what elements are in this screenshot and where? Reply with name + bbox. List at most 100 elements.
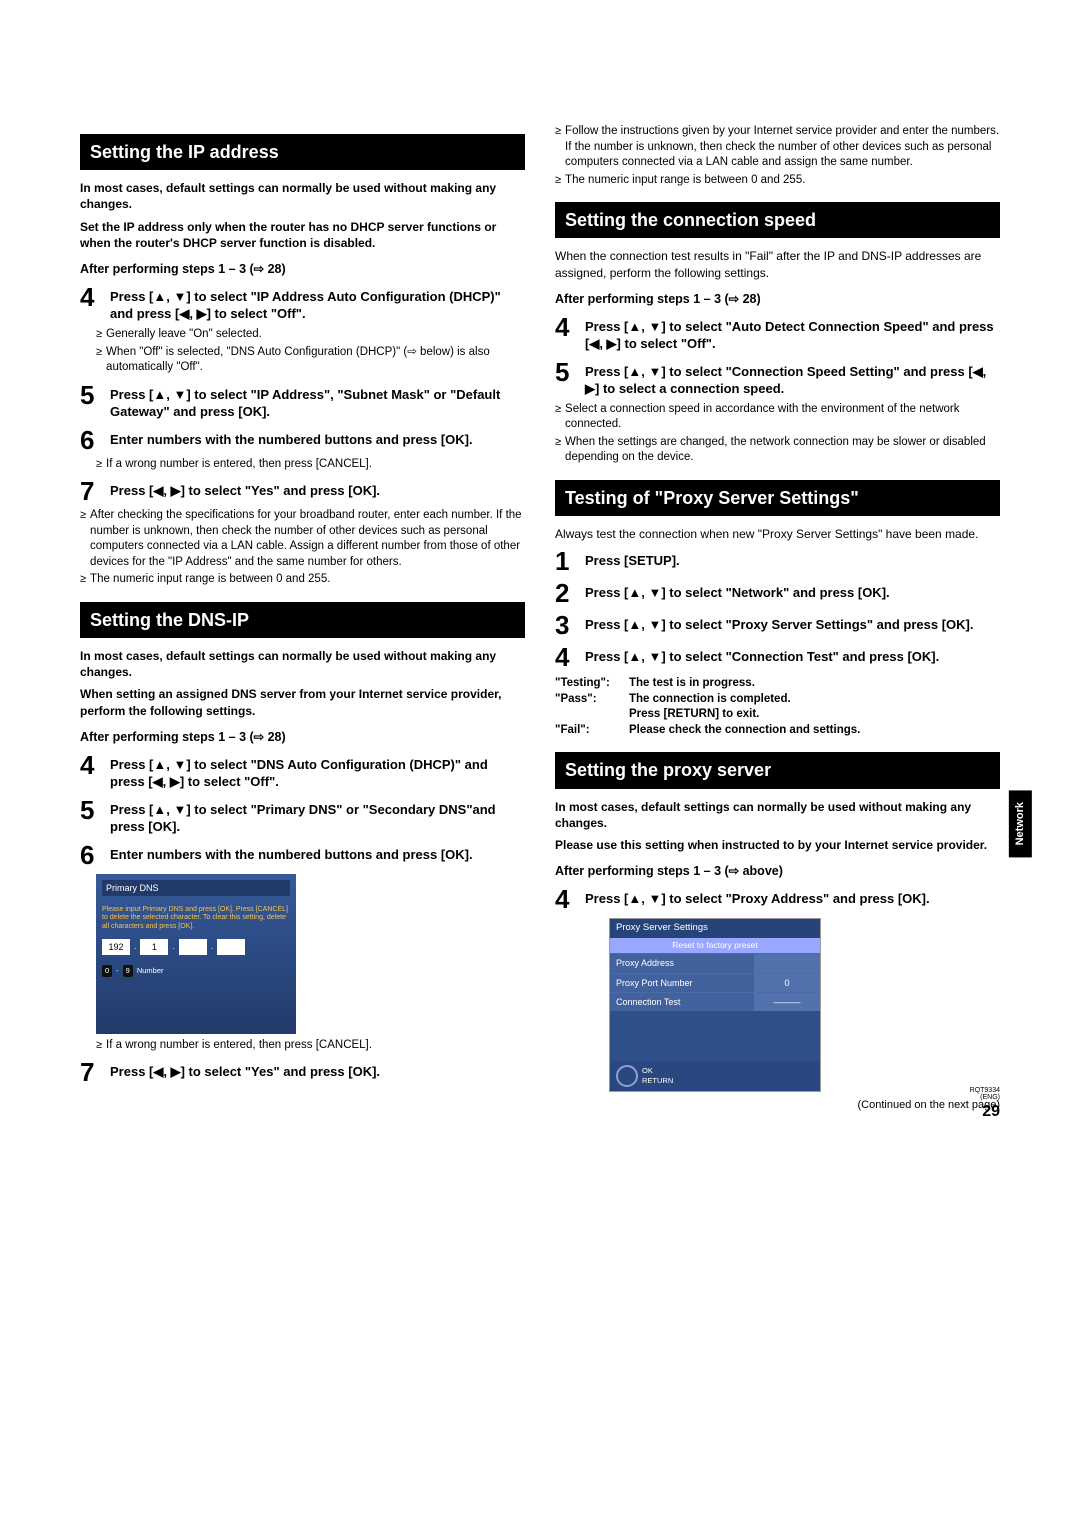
step-5: 5 Press [▲, ▼] to select "Primary DNS" o… <box>80 797 525 836</box>
status-key: "Fail": <box>555 723 623 739</box>
heading-dns-ip: Setting the DNS-IP <box>80 602 525 638</box>
bullet-item: Follow the instructions given by your In… <box>555 124 1000 171</box>
left-column: Setting the IP address In most cases, de… <box>80 120 525 1113</box>
step-number: 7 <box>80 478 102 504</box>
step-number: 6 <box>80 842 102 868</box>
step-text: Press [▲, ▼] to select "IP Address", "Su… <box>110 382 525 421</box>
ip-octet-2: 1 <box>140 939 168 955</box>
step-number: 4 <box>555 314 577 340</box>
table-row: Connection Test——— <box>610 992 820 1011</box>
bullet-list: If a wrong number is entered, then press… <box>96 1038 525 1054</box>
step-5: 5 Press [▲, ▼] to select "Connection Spe… <box>555 359 1000 398</box>
bullet-item: The numeric input range is between 0 and… <box>555 173 1000 189</box>
step-4: 4 Press [▲, ▼] to select "IP Address Aut… <box>80 284 525 323</box>
bullet-list: Select a connection speed in accordance … <box>555 402 1000 466</box>
after-steps-note: After performing steps 1 – 3 (⇨ above) <box>555 863 1000 880</box>
step-text: Enter numbers with the numbered buttons … <box>110 842 473 864</box>
reset-row: Reset to factory preset <box>610 938 820 953</box>
ok-label: OK <box>642 1066 673 1076</box>
step-text: Press [▲, ▼] to select "Proxy Address" a… <box>585 886 930 908</box>
bullet-item: Select a connection speed in accordance … <box>555 402 1000 433</box>
step-4: 4 Press [▲, ▼] to select "Connection Tes… <box>555 644 1000 670</box>
step-4: 4 Press [▲, ▼] to select "DNS Auto Confi… <box>80 752 525 791</box>
step-number: 5 <box>80 797 102 823</box>
step-6: 6 Enter numbers with the numbered button… <box>80 842 525 868</box>
bullet-list: Follow the instructions given by your In… <box>555 124 1000 188</box>
bullet-item: If a wrong number is entered, then press… <box>96 1038 525 1054</box>
step-text: Press [◀, ▶] to select "Yes" and press [… <box>110 1059 380 1081</box>
status-value: Please check the connection and settings… <box>629 723 860 739</box>
step-5: 5 Press [▲, ▼] to select "IP Address", "… <box>80 382 525 421</box>
bullet-item: When the settings are changed, the netwo… <box>555 435 1000 466</box>
bullet-list: If a wrong number is entered, then press… <box>96 457 525 473</box>
row-value: 0 <box>754 974 820 992</box>
ip-input-row: 192. 1. . <box>102 939 290 955</box>
step-text: Press [▲, ▼] to select "Auto Detect Conn… <box>585 314 1000 353</box>
table-row: Proxy Address <box>610 953 820 972</box>
heading-connection-speed: Setting the connection speed <box>555 202 1000 238</box>
manual-page: Setting the IP address In most cases, de… <box>0 0 1080 1153</box>
step-number: 6 <box>80 427 102 453</box>
intro-text: In most cases, default settings can norm… <box>80 648 525 680</box>
status-value: The test is in progress. <box>629 676 755 692</box>
heading-ip-address: Setting the IP address <box>80 134 525 170</box>
return-label: RETURN <box>642 1076 673 1086</box>
after-steps-note: After performing steps 1 – 3 (⇨ 28) <box>80 261 525 278</box>
step-7: 7 Press [◀, ▶] to select "Yes" and press… <box>80 478 525 504</box>
status-key <box>555 707 623 723</box>
step-text: Press [▲, ▼] to select "IP Address Auto … <box>110 284 525 323</box>
intro-text: Always test the connection when new "Pro… <box>555 526 1000 542</box>
bullet-item: After checking the specifications for yo… <box>80 508 525 570</box>
ip-octet-1: 192 <box>102 939 130 955</box>
doc-lang: (ENG) <box>970 1094 1000 1101</box>
step-text: Press [▲, ▼] to select "Network" and pre… <box>585 580 890 602</box>
figure-controls: OK RETURN <box>610 1061 820 1091</box>
bullet-item: If a wrong number is entered, then press… <box>96 457 525 473</box>
step-text: Press [◀, ▶] to select "Yes" and press [… <box>110 478 380 500</box>
doc-code: RQT9334 <box>970 1087 1000 1094</box>
bullet-list: After checking the specifications for yo… <box>80 508 525 588</box>
step-2: 2 Press [▲, ▼] to select "Network" and p… <box>555 580 1000 606</box>
row-label: Proxy Address <box>610 954 754 972</box>
step-text: Press [▲, ▼] to select "Connection Speed… <box>585 359 1000 398</box>
right-column: Follow the instructions given by your In… <box>555 120 1000 1113</box>
step-number: 4 <box>80 752 102 778</box>
row-value: ——— <box>754 993 820 1011</box>
figure-legend: 0-9 Number <box>102 965 290 977</box>
step-text: Enter numbers with the numbered buttons … <box>110 427 473 449</box>
status-key: "Testing": <box>555 676 623 692</box>
step-text: Press [▲, ▼] to select "Primary DNS" or … <box>110 797 525 836</box>
step-number: 4 <box>555 644 577 670</box>
step-1: 1 Press [SETUP]. <box>555 548 1000 574</box>
primary-dns-figure: Primary DNS Please input Primary DNS and… <box>96 874 296 1034</box>
row-value <box>754 954 820 972</box>
ip-octet-3 <box>179 939 207 955</box>
side-tab-network: Network <box>1009 790 1032 857</box>
heading-proxy-test: Testing of "Proxy Server Settings" <box>555 480 1000 516</box>
row-label: Connection Test <box>610 993 754 1011</box>
status-legend: "Testing":The test is in progress. "Pass… <box>555 676 1000 738</box>
step-text: Press [▲, ▼] to select "Connection Test"… <box>585 644 939 666</box>
intro-text: In most cases, default settings can norm… <box>555 799 1000 831</box>
table-row: Proxy Port Number0 <box>610 973 820 992</box>
ip-octet-4 <box>217 939 245 955</box>
intro-text: When setting an assigned DNS server from… <box>80 686 525 718</box>
dpad-icon <box>616 1065 638 1087</box>
step-6: 6 Enter numbers with the numbered button… <box>80 427 525 453</box>
step-number: 2 <box>555 580 577 606</box>
intro-text: In most cases, default settings can norm… <box>80 180 525 212</box>
page-number: 29 <box>970 1101 1000 1123</box>
step-number: 4 <box>80 284 102 310</box>
intro-text: Please use this setting when instructed … <box>555 837 1000 853</box>
after-steps-note: After performing steps 1 – 3 (⇨ 28) <box>555 291 1000 308</box>
step-text: Press [▲, ▼] to select "Proxy Server Set… <box>585 612 973 634</box>
bullet-list: Generally leave "On" selected. When "Off… <box>96 327 525 376</box>
bullet-item: When "Off" is selected, "DNS Auto Config… <box>96 345 525 376</box>
step-number: 5 <box>80 382 102 408</box>
bullet-item: The numeric input range is between 0 and… <box>80 572 525 588</box>
step-number: 1 <box>555 548 577 574</box>
step-text: Press [▲, ▼] to select "DNS Auto Configu… <box>110 752 525 791</box>
continued-note: (Continued on the next page) <box>555 1098 1000 1113</box>
row-label: Proxy Port Number <box>610 974 754 992</box>
heading-proxy-server: Setting the proxy server <box>555 752 1000 788</box>
